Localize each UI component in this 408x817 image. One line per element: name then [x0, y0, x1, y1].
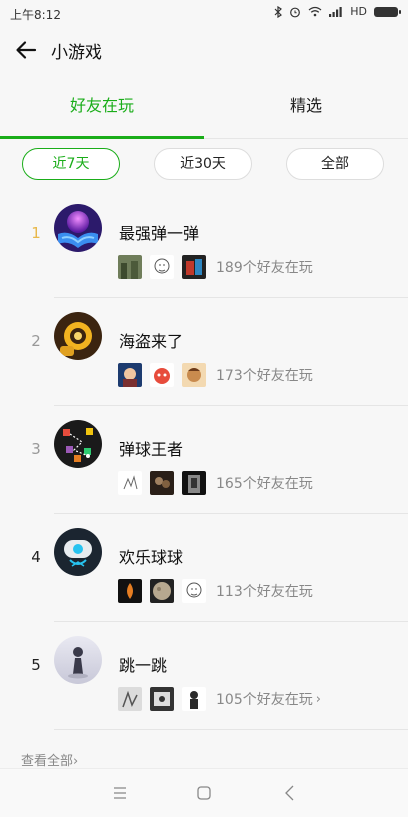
friend-avatar	[182, 255, 206, 279]
active-tab-indicator	[0, 136, 204, 139]
friend-avatar	[182, 363, 206, 387]
view-all-link[interactable]: 查看全部›	[21, 750, 78, 769]
status-icons: HD	[274, 5, 401, 18]
friend-avatar	[118, 255, 142, 279]
game-row[interactable]: 3 弹球王者 165个好友在玩	[0, 406, 408, 514]
game-name: 海盗来了	[119, 332, 184, 351]
rank-number: 2	[31, 332, 41, 350]
bluetooth-icon	[274, 5, 283, 18]
tab-bar: 好友在玩 精选	[0, 80, 408, 139]
friend-avatars: 105个好友在玩 ›	[118, 686, 321, 712]
friends-playing-count: 189个好友在玩	[216, 260, 313, 276]
friends-playing-count: 173个好友在玩	[216, 368, 313, 384]
game-icon-jump	[54, 636, 102, 684]
back-icon[interactable]	[280, 783, 300, 803]
page-title: 小游戏	[51, 43, 102, 63]
status-time: 上午8:12	[10, 8, 61, 22]
network-type: HD	[350, 5, 367, 18]
filter-30-days[interactable]: 近30天	[154, 148, 252, 180]
friends-playing-count: 113个好友在玩	[216, 584, 313, 600]
friend-avatar	[182, 687, 206, 711]
home-icon[interactable]	[194, 783, 214, 803]
friend-avatar	[150, 471, 174, 495]
title-bar: 小游戏	[0, 26, 408, 74]
friend-avatars: 113个好友在玩	[118, 578, 313, 604]
menu-icon[interactable]	[110, 783, 130, 803]
game-icon-happy-ball	[54, 528, 102, 576]
game-row[interactable]: 4 欢乐球球 113个好友在玩	[0, 514, 408, 622]
game-icon-bounce	[54, 204, 102, 252]
game-row[interactable]: 1 最强弹一弹 189个好友在玩	[0, 190, 408, 298]
friend-avatar	[182, 471, 206, 495]
filter-all[interactable]: 全部	[286, 148, 384, 180]
time-filter-group: 近7天 近30天 全部	[0, 148, 408, 180]
system-nav-bar	[0, 768, 408, 817]
rank-number: 4	[31, 548, 41, 566]
friend-avatar	[150, 579, 174, 603]
friend-avatar	[150, 687, 174, 711]
friends-playing-count: 105个好友在玩	[216, 692, 313, 708]
tab-friends-playing[interactable]: 好友在玩	[0, 80, 204, 138]
game-icon-pirate	[54, 312, 102, 360]
game-name: 欢乐球球	[119, 548, 184, 567]
alarm-icon	[290, 7, 301, 17]
friend-avatars: 189个好友在玩	[118, 254, 313, 280]
friend-avatar	[118, 687, 142, 711]
game-name: 弹球王者	[119, 440, 184, 459]
signal-icon	[329, 7, 342, 17]
game-icon-pinball	[54, 420, 102, 468]
friend-avatars: 173个好友在玩	[118, 362, 313, 388]
wifi-icon	[308, 6, 322, 17]
view-all-label: 查看全部	[21, 754, 74, 769]
chevron-right-icon: ›	[315, 691, 321, 707]
game-row[interactable]: 2 海盗来了 173个好友在玩	[0, 298, 408, 406]
game-name: 跳一跳	[119, 656, 168, 675]
arrow-left-icon[interactable]	[14, 38, 38, 62]
game-list: 1 最强弹一弹 189个好友在玩 2 海盗来了 173个好友在玩 3 弹球王者 …	[0, 190, 408, 730]
friend-avatars: 165个好友在玩	[118, 470, 313, 496]
tab-featured[interactable]: 精选	[204, 80, 408, 138]
row-divider	[54, 729, 408, 730]
friend-avatar	[150, 363, 174, 387]
friend-avatar	[118, 579, 142, 603]
friends-playing-count: 165个好友在玩	[216, 476, 313, 492]
status-bar: 上午8:12 HD	[0, 0, 408, 26]
friend-avatar	[182, 579, 206, 603]
rank-number: 5	[31, 656, 41, 674]
rank-number: 1	[31, 224, 41, 242]
friend-avatar	[118, 471, 142, 495]
rank-number: 3	[31, 440, 41, 458]
friend-avatar	[150, 255, 174, 279]
friend-avatar	[118, 363, 142, 387]
battery-icon	[374, 6, 401, 17]
chevron-right-icon: ›	[73, 754, 79, 769]
filter-7-days[interactable]: 近7天	[22, 148, 120, 180]
game-name: 最强弹一弹	[119, 224, 200, 243]
game-row[interactable]: 5 跳一跳 105个好友在玩 ›	[0, 622, 408, 730]
